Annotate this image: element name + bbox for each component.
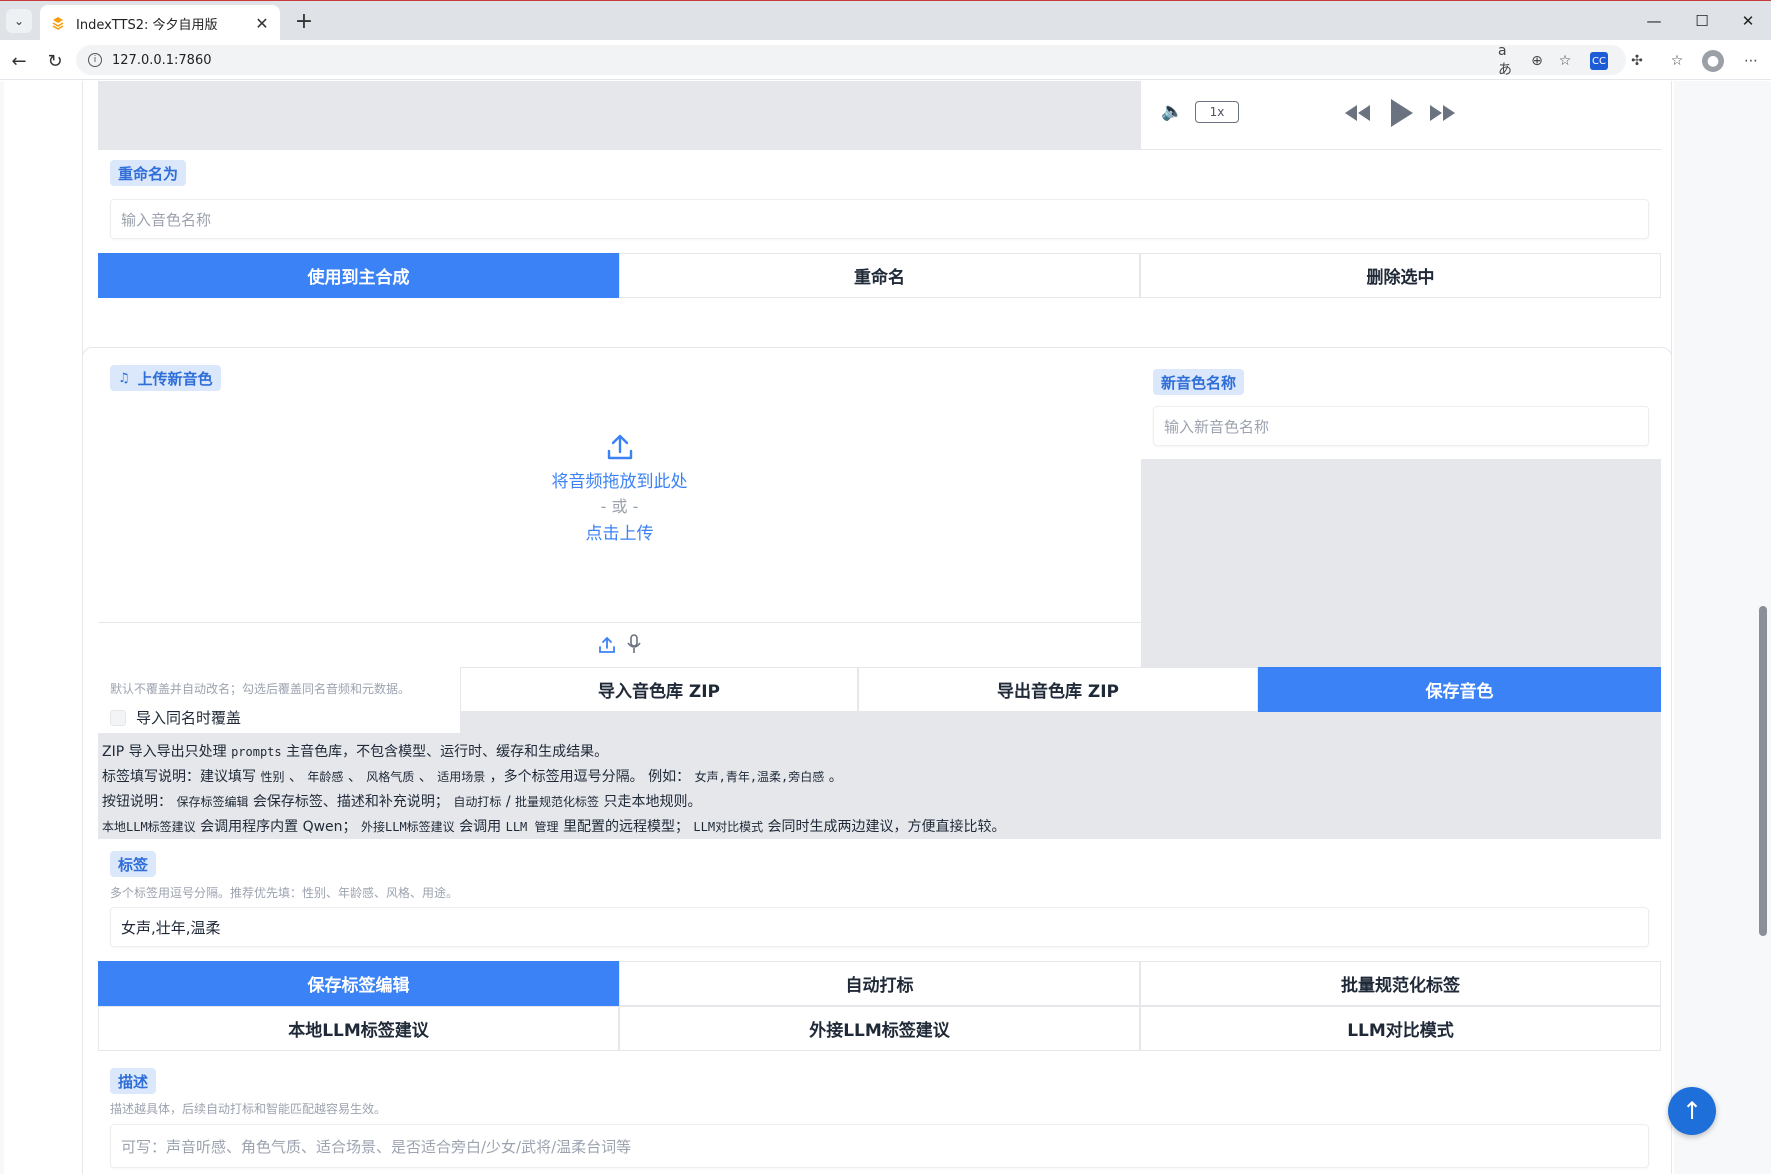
- more-menu-icon[interactable]: ⋯: [1740, 50, 1762, 72]
- scrollbar-thumb[interactable]: [1759, 606, 1767, 936]
- note-zip-scope: ZIP 导入导出只处理 prompts 主音色库，不包含模型、运行时、缓存和生成…: [102, 744, 609, 760]
- browser-tab[interactable]: IndexTTS2: 今夕自用版 ✕: [40, 5, 280, 41]
- rewind-icon[interactable]: [1343, 103, 1371, 123]
- upload-file-icon[interactable]: [598, 636, 616, 654]
- site-favicon-icon: [50, 15, 66, 31]
- note-llm-guide: 本地LLM标签建议 会调用程序内置 Qwen； 外接LLM标签建议 会调用 LL…: [102, 819, 1006, 835]
- description-hint: 描述越具体，后续自动打标和智能匹配越容易生效。: [110, 1102, 387, 1116]
- overwrite-checkbox-label: 导入同名时覆盖: [136, 709, 242, 727]
- tab-title: IndexTTS2: 今夕自用版: [76, 17, 218, 33]
- zoom-icon[interactable]: ⊕: [1526, 50, 1548, 72]
- or-text: - 或 -: [600, 497, 639, 516]
- fast-forward-icon[interactable]: [1429, 103, 1457, 123]
- site-info-icon[interactable]: i: [88, 53, 102, 67]
- overwrite-checkbox[interactable]: [110, 709, 126, 726]
- description-label: 描述: [110, 1068, 157, 1094]
- favorites-list-icon[interactable]: ☆: [1666, 50, 1688, 72]
- audio-player-controls: 🔈 1x: [1141, 81, 1661, 149]
- upload-source-bar: [98, 622, 1141, 667]
- llm-compare-mode-button[interactable]: LLM对比模式: [1140, 1006, 1661, 1051]
- batch-normalize-tags-button[interactable]: 批量规范化标签: [1140, 961, 1661, 1006]
- minimize-button[interactable]: —: [1634, 7, 1674, 35]
- local-llm-tag-suggestion-button[interactable]: 本地LLM标签建议: [98, 1006, 619, 1051]
- tags-hint: 多个标签用逗号分隔。推荐优先填：性别、年龄感、风格、用途。: [110, 886, 459, 900]
- import-voice-zip-button[interactable]: 导入音色库 ZIP: [460, 667, 858, 712]
- overwrite-option-box: 默认不覆盖并自动改名；勾选后覆盖同名音频和元数据。 导入同名时覆盖: [98, 667, 460, 733]
- upload-new-voice-label: ♫ 上传新音色: [110, 365, 221, 391]
- rename-button[interactable]: 重命名: [619, 253, 1140, 298]
- right-column-spacer: [1141, 459, 1661, 667]
- tags-label: 标签: [110, 851, 157, 877]
- url-text: 127.0.0.1:7860: [112, 52, 212, 68]
- drop-audio-text: 将音频拖放到此处: [551, 472, 688, 492]
- extension-cc-icon[interactable]: CC: [1590, 52, 1608, 70]
- save-tag-edit-button[interactable]: 保存标签编辑: [98, 961, 619, 1006]
- note-tag-guide: 标签填写说明：建议填写 性别 、 年龄感 、 风格气质 、 适用场景 ，多个标签…: [102, 769, 843, 785]
- address-bar: ← ↻ i 127.0.0.1:7860 aあ ⊕ ☆ CC ✣ ☆ ● ⋯: [0, 40, 1771, 80]
- note-button-guide: 按钮说明： 保存标签编辑 会保存标签、描述和补充说明； 自动打标 / 批量规范化…: [102, 794, 702, 810]
- maximize-button[interactable]: ☐: [1682, 7, 1722, 35]
- overwrite-hint: 默认不覆盖并自动改名；勾选后覆盖同名音频和元数据。: [110, 682, 411, 696]
- save-voice-button[interactable]: 保存音色: [1258, 667, 1661, 712]
- playback-speed-button[interactable]: 1x: [1195, 101, 1239, 123]
- microphone-icon[interactable]: [626, 634, 642, 654]
- music-note-icon: ♫: [118, 370, 130, 386]
- url-field[interactable]: i 127.0.0.1:7860: [76, 45, 1626, 75]
- external-llm-tag-suggestion-button[interactable]: 外接LLM标签建议: [619, 1006, 1140, 1051]
- divider: [98, 149, 1661, 150]
- reload-icon[interactable]: ↻: [42, 48, 68, 74]
- extensions-icon[interactable]: ✣: [1626, 50, 1648, 72]
- rename-input[interactable]: 输入音色名称: [110, 199, 1649, 239]
- tags-input[interactable]: 女声,壮年,温柔: [110, 907, 1649, 947]
- favorite-star-icon[interactable]: ☆: [1554, 50, 1576, 72]
- new-voice-name-input[interactable]: 输入新音色名称: [1153, 406, 1649, 446]
- audio-upload-dropzone[interactable]: ♫ 上传新音色 将音频拖放到此处 - 或 - 点击上传: [98, 359, 1141, 659]
- rename-label: 重命名为: [110, 160, 187, 186]
- play-icon[interactable]: [1389, 97, 1415, 129]
- page-viewport: 🔈 1x 重命名为 输入音色名称 使用到主合成 重命名 删除选中 ♫ 上传新音色…: [0, 81, 1771, 1174]
- scroll-to-top-button[interactable]: ↑: [1668, 1087, 1716, 1135]
- use-in-main-synthesis-button[interactable]: 使用到主合成: [98, 253, 619, 298]
- close-window-button[interactable]: ✕: [1728, 7, 1768, 35]
- page-content: 🔈 1x 重命名为 输入音色名称 使用到主合成 重命名 删除选中 ♫ 上传新音色…: [4, 81, 1674, 1174]
- back-arrow-icon[interactable]: ←: [6, 48, 32, 74]
- overwrite-checkbox-row[interactable]: 导入同名时覆盖: [110, 707, 241, 728]
- delete-selected-button[interactable]: 删除选中: [1140, 253, 1661, 298]
- new-tab-button[interactable]: +: [290, 7, 318, 35]
- auto-tag-button[interactable]: 自动打标: [619, 961, 1140, 1006]
- new-voice-name-label: 新音色名称: [1153, 369, 1245, 395]
- upload-icon: [607, 434, 633, 460]
- volume-icon[interactable]: 🔈: [1161, 101, 1183, 122]
- browser-tab-strip: ⌄ IndexTTS2: 今夕自用版 ✕ + — ☐ ✕: [0, 0, 1771, 41]
- arrow-up-icon: ↑: [1681, 1097, 1703, 1125]
- tab-list-button[interactable]: ⌄: [6, 9, 32, 33]
- profile-avatar-icon[interactable]: ●: [1702, 50, 1724, 72]
- click-upload-text: 点击上传: [585, 524, 654, 544]
- description-input[interactable]: 可写：声音听感、角色气质、适合场景、是否适合旁白/少女/武将/温柔台词等: [110, 1124, 1649, 1168]
- waveform-area: [98, 81, 1141, 149]
- export-voice-zip-button[interactable]: 导出音色库 ZIP: [858, 667, 1258, 712]
- close-tab-icon[interactable]: ✕: [254, 14, 270, 33]
- translate-icon[interactable]: aあ: [1498, 43, 1520, 78]
- page-scrollbar[interactable]: [1755, 81, 1771, 1174]
